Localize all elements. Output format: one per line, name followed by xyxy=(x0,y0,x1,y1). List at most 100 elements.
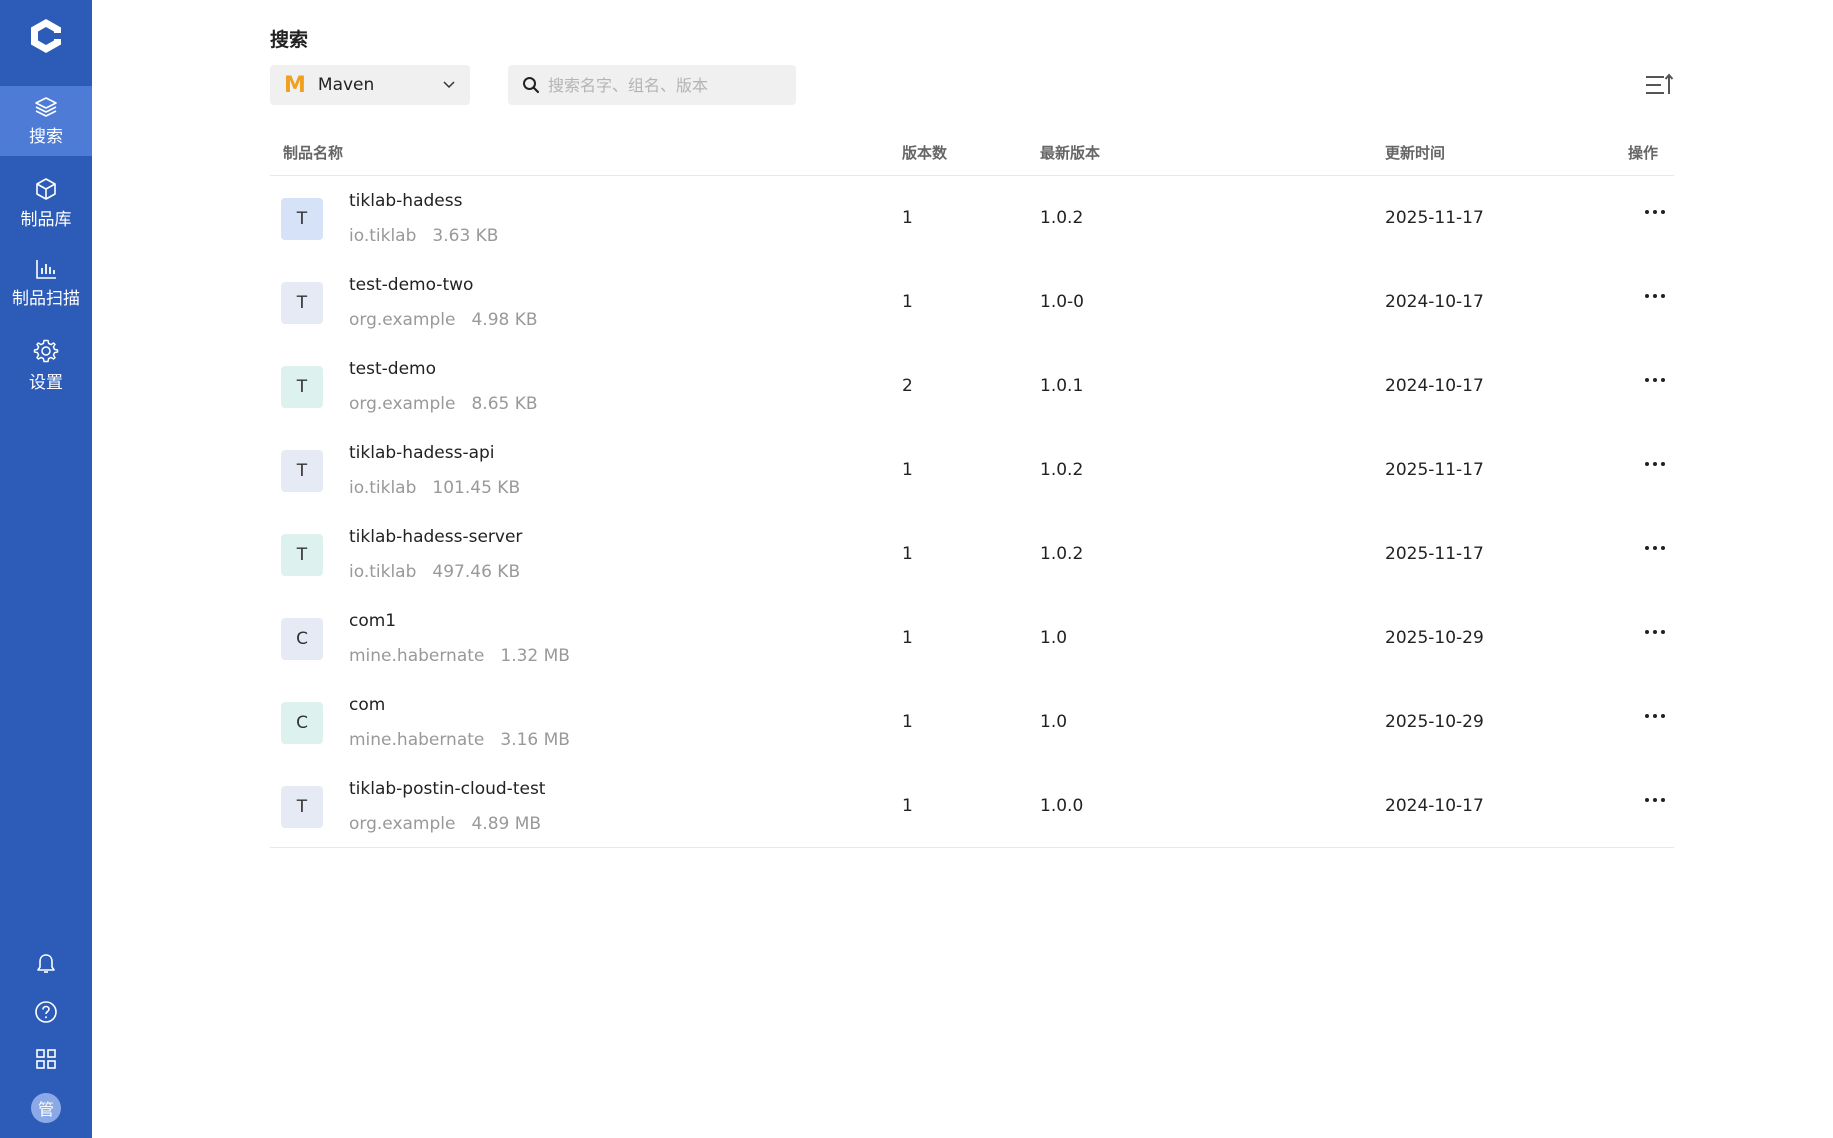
more-icon xyxy=(1653,798,1657,802)
table-row[interactable]: T test-demo org.example 8.65 KB 2 1.0.1 2… xyxy=(270,344,1674,428)
artifact-group: mine.habernate xyxy=(349,730,485,750)
more-actions-button[interactable] xyxy=(1640,706,1670,726)
grid-icon xyxy=(36,1049,56,1069)
artifact-name[interactable]: com1 xyxy=(349,611,396,631)
latest-version: 1.0.0 xyxy=(1040,796,1084,816)
artifact-meta: mine.habernate 1.32 MB xyxy=(349,646,570,666)
artifact-initial: T xyxy=(296,209,308,229)
repo-type-select[interactable]: M Maven xyxy=(270,65,470,105)
artifact-avatar: T xyxy=(281,534,323,576)
sort-button[interactable] xyxy=(1644,72,1674,98)
nav-label: 设置 xyxy=(29,372,63,393)
more-icon xyxy=(1653,714,1657,718)
more-icon xyxy=(1653,462,1657,466)
nav-item-scan[interactable]: 制品扫描 xyxy=(0,248,92,318)
artifact-size: 4.89 MB xyxy=(471,814,542,834)
apps-button[interactable] xyxy=(0,1039,92,1079)
search-input[interactable] xyxy=(548,75,778,95)
artifact-name[interactable]: test-demo-two xyxy=(349,275,473,295)
updated-time: 2025-11-17 xyxy=(1385,460,1484,480)
artifact-avatar: C xyxy=(281,618,323,660)
version-count: 2 xyxy=(902,376,913,396)
table-row[interactable]: T tiklab-hadess-server io.tiklab 497.46 K… xyxy=(270,512,1674,596)
more-icon xyxy=(1645,378,1649,382)
artifact-initial: C xyxy=(296,629,308,649)
artifact-size: 4.98 KB xyxy=(471,310,538,330)
version-count: 1 xyxy=(902,460,913,480)
more-icon xyxy=(1661,378,1665,382)
artifact-size: 8.65 KB xyxy=(471,394,538,414)
table-row[interactable]: C com mine.habernate 3.16 MB 1 1.0 2025-1… xyxy=(270,680,1674,764)
table-row[interactable]: T tiklab-hadess io.tiklab 3.63 KB 1 1.0.2… xyxy=(270,176,1674,260)
more-actions-button[interactable] xyxy=(1640,790,1670,810)
version-count: 1 xyxy=(902,628,913,648)
more-icon xyxy=(1653,294,1657,298)
artifact-avatar: T xyxy=(281,450,323,492)
artifact-avatar: C xyxy=(281,702,323,744)
table-row[interactable]: T tiklab-hadess-api io.tiklab 101.45 KB 1… xyxy=(270,428,1674,512)
more-actions-button[interactable] xyxy=(1640,622,1670,642)
maven-icon: M xyxy=(284,72,306,98)
artifact-meta: org.example 8.65 KB xyxy=(349,394,538,414)
more-icon xyxy=(1661,294,1665,298)
more-actions-button[interactable] xyxy=(1640,538,1670,558)
artifact-name[interactable]: test-demo xyxy=(349,359,436,379)
more-icon xyxy=(1645,462,1649,466)
more-icon xyxy=(1653,630,1657,634)
version-count: 1 xyxy=(902,544,913,564)
artifact-meta: io.tiklab 497.46 KB xyxy=(349,562,520,582)
more-icon xyxy=(1653,210,1657,214)
artifact-name[interactable]: com xyxy=(349,695,385,715)
updated-time: 2024-10-17 xyxy=(1385,376,1484,396)
version-count: 1 xyxy=(902,292,913,312)
artifact-name[interactable]: tiklab-hadess-api xyxy=(349,443,495,463)
table-row[interactable]: C com1 mine.habernate 1.32 MB 1 1.0 2025-… xyxy=(270,596,1674,680)
user-avatar-button[interactable]: 管 xyxy=(0,1088,92,1128)
artifact-group: org.example xyxy=(349,394,456,414)
more-actions-button[interactable] xyxy=(1640,370,1670,390)
cube-icon xyxy=(36,177,56,200)
nav-item-search[interactable]: 搜索 xyxy=(0,86,92,156)
artifact-meta: org.example 4.98 KB xyxy=(349,310,538,330)
artifact-meta: org.example 4.89 MB xyxy=(349,814,541,834)
app-logo[interactable] xyxy=(0,0,92,72)
artifact-avatar: T xyxy=(281,786,323,828)
latest-version: 1.0.1 xyxy=(1040,376,1084,396)
table-row[interactable]: T test-demo-two org.example 4.98 KB 1 1.0… xyxy=(270,260,1674,344)
more-icon xyxy=(1661,462,1665,466)
artifact-initial: T xyxy=(296,377,308,397)
table-header: 制品名称 版本数 最新版本 更新时间 操作 xyxy=(270,132,1674,176)
latest-version: 1.0.2 xyxy=(1040,208,1084,228)
repo-type-value: Maven xyxy=(317,75,375,95)
more-actions-button[interactable] xyxy=(1640,202,1670,222)
bar-chart-icon xyxy=(36,259,56,279)
more-icon xyxy=(1653,378,1657,382)
column-header-actions: 操作 xyxy=(1628,144,1659,162)
bell-icon xyxy=(37,954,55,973)
artifact-name[interactable]: tiklab-hadess-server xyxy=(349,527,522,547)
search-box xyxy=(508,65,796,105)
artifact-name[interactable]: tiklab-hadess xyxy=(349,191,462,211)
version-count: 1 xyxy=(902,208,913,228)
artifact-initial: T xyxy=(296,797,308,817)
artifact-size: 101.45 KB xyxy=(432,478,521,498)
nav-item-repository[interactable]: 制品库 xyxy=(0,168,92,238)
nav-label: 搜索 xyxy=(29,126,63,147)
artifact-size: 3.63 KB xyxy=(432,226,499,246)
artifact-meta: io.tiklab 3.63 KB xyxy=(349,226,498,246)
notification-button[interactable] xyxy=(0,944,92,984)
nav-label: 制品扫描 xyxy=(12,288,80,309)
more-actions-button[interactable] xyxy=(1640,454,1670,474)
artifact-size: 3.16 MB xyxy=(500,730,570,750)
nav-item-settings[interactable]: 设置 xyxy=(0,330,92,400)
more-actions-button[interactable] xyxy=(1640,286,1670,306)
version-count: 1 xyxy=(902,796,913,816)
artifact-name[interactable]: tiklab-postin-cloud-test xyxy=(349,779,545,799)
updated-time: 2025-11-17 xyxy=(1385,208,1484,228)
more-icon xyxy=(1661,630,1665,634)
latest-version: 1.0-0 xyxy=(1040,292,1084,312)
table-row[interactable]: T tiklab-postin-cloud-test org.example 4.… xyxy=(270,764,1674,848)
help-button[interactable] xyxy=(0,992,92,1032)
column-header-name: 制品名称 xyxy=(283,144,344,162)
artifact-table: 制品名称 版本数 最新版本 更新时间 操作 T tiklab-hadess io… xyxy=(270,132,1674,848)
